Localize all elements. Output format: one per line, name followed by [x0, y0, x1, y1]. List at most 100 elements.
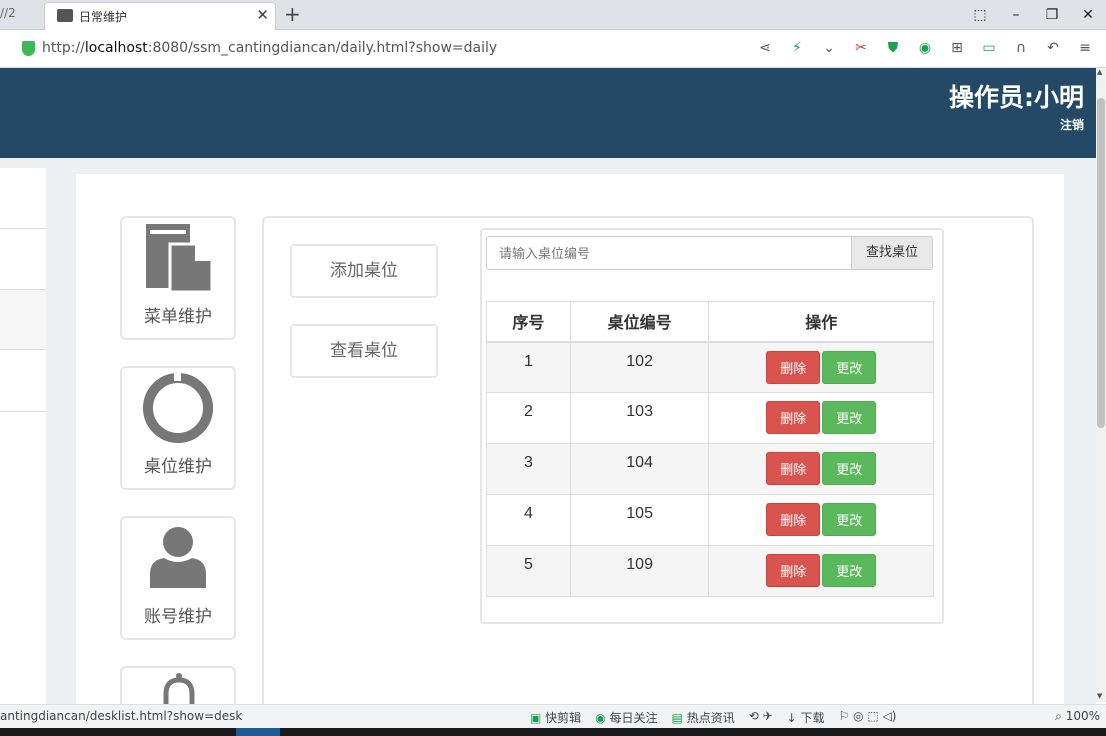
menu-icon[interactable]: ≡	[1076, 40, 1094, 56]
scrollbar-thumb[interactable]	[1097, 98, 1105, 428]
play-square-icon: ▣	[530, 711, 542, 725]
delete-button[interactable]: 删除	[766, 452, 821, 485]
row-desk-number: 104	[569, 443, 710, 495]
column-header-actions: 操作	[708, 301, 934, 343]
hot-news-button[interactable]: ▤ 热点资讯	[672, 709, 735, 726]
status-item-label: 热点资讯	[686, 711, 735, 725]
delete-button[interactable]: 删除	[766, 350, 821, 384]
table-row: 3 104 删除 更改	[486, 443, 934, 495]
row-index: 5	[486, 545, 571, 597]
browser-tab-bar: //2 日常维护 ✕ + ⬚ – ❐ ✕	[0, 0, 1106, 30]
row-actions: 删除 更改	[708, 545, 934, 597]
browser-toolbar: ⋖ ⚡ ⌄ ✂ ⛊ ◉ ⊞ ▭ ∩ ↶ ≡	[756, 40, 1094, 56]
table-row: 5 109 删除 更改	[486, 545, 934, 597]
table-row: 1 102 删除 更改	[486, 341, 934, 393]
tab-favicon-icon	[57, 9, 73, 22]
status-toolbar: ▣ 快剪辑 ◉ 每日关注 ▤ 热点资讯 ⟲ ✈ ↓ 下载 ⚐ ◎ ⬚ ◁)	[530, 709, 896, 726]
main-panel: 添加桌位 查看桌位 查找桌位 序号 桌位编号 操作	[262, 216, 1034, 716]
table-row: 2 103 删除 更改	[486, 392, 934, 444]
share-icon[interactable]: ⋖	[756, 40, 774, 56]
desk-table: 序号 桌位编号 操作 1 102 删除 更改 2 103 删除 更改 3 104…	[486, 301, 934, 597]
row-desk-number: 109	[569, 545, 710, 597]
sidebar-item-menu[interactable]: 菜单维护	[120, 216, 236, 340]
new-tab-icon[interactable]: +	[284, 2, 301, 26]
skin-button[interactable]: ⬚	[962, 0, 998, 30]
operator-name: 操作员:小明	[949, 83, 1084, 112]
table-row: 4 105 删除 更改	[486, 494, 934, 546]
desk-list-panel: 查找桌位 序号 桌位编号 操作 1 102 删	[480, 228, 944, 624]
tab-title: 日常维护	[79, 10, 128, 24]
row-desk-number: 102	[569, 341, 710, 393]
row-actions: 删除 更改	[708, 443, 934, 495]
shield-yen-icon[interactable]: ⛊	[884, 40, 902, 56]
edit-button[interactable]: 更改	[822, 401, 877, 434]
sidebar-item-label: 桌位维护	[144, 457, 212, 477]
user-icon	[150, 527, 206, 588]
battery-icon[interactable]: ▭	[980, 40, 998, 56]
minimize-button[interactable]: –	[998, 0, 1034, 30]
scroll-up-icon[interactable]: ▲	[1097, 68, 1102, 76]
row-actions: 删除 更改	[708, 494, 934, 546]
lightning-icon[interactable]: ⚡	[788, 40, 806, 56]
secure-shield-icon	[22, 41, 35, 56]
logout-link[interactable]: 注销	[1060, 116, 1084, 133]
content-area: 菜单维护 桌位维护 账号维护 添加桌位 查看桌位 请输入桌位编号 查找桌位 序号…	[76, 174, 1064, 726]
scissors-icon[interactable]: ✂	[852, 40, 870, 56]
active-tab[interactable]: 日常维护 ✕	[44, 2, 276, 30]
status-item-label: 下载	[800, 711, 825, 725]
page-scrollbar[interactable]: ▲ ▼	[1096, 68, 1106, 702]
add-desk-button[interactable]: 添加桌位	[290, 244, 438, 298]
edit-button[interactable]: 更改	[822, 554, 877, 587]
address-bar: http://localhost:8080/ssm_cantingdiancan…	[0, 31, 1106, 68]
tab-close-icon[interactable]: ✕	[256, 6, 269, 24]
quick-clip-button[interactable]: ▣ 快剪辑	[530, 709, 581, 726]
download-button[interactable]: ↓ 下载	[787, 709, 825, 726]
taskbar-active-app[interactable]	[236, 728, 280, 736]
url-field[interactable]: http://localhost:8080/ssm_cantingdiancan…	[42, 40, 497, 56]
apps-grid-icon[interactable]: ⊞	[948, 40, 966, 56]
zoom-value: 100%	[1065, 709, 1100, 723]
zoom-level[interactable]: ⌕ 100%	[1055, 709, 1100, 724]
chat-icon[interactable]: ◉	[916, 40, 934, 56]
left-frame-band	[0, 289, 46, 349]
daily-follow-button[interactable]: ◉ 每日关注	[595, 709, 657, 726]
desk-number-search-input[interactable]	[486, 236, 852, 270]
status-item-label: 每日关注	[609, 711, 658, 725]
sidebar-item-label: 账号维护	[144, 607, 212, 627]
edit-button[interactable]: 更改	[822, 452, 877, 485]
divider	[0, 349, 46, 350]
undo-icon[interactable]: ↶	[1044, 40, 1062, 56]
headphones-icon[interactable]: ∩	[1012, 40, 1030, 56]
row-index: 4	[486, 494, 571, 546]
status-extra-icons: ⚐ ◎ ⬚ ◁)	[838, 709, 897, 723]
column-header-index: 序号	[486, 301, 571, 343]
scroll-down-icon[interactable]: ▼	[1097, 692, 1102, 700]
sidebar-item-label: 菜单维护	[144, 307, 212, 327]
url-path: :8080/ssm_cantingdiancan/daily.html?show…	[147, 40, 498, 56]
close-window-button[interactable]: ✕	[1070, 0, 1106, 30]
delete-button[interactable]: 删除	[766, 503, 821, 536]
status-item-label: 快剪辑	[545, 711, 582, 725]
row-desk-number: 105	[569, 494, 710, 546]
play-circle-icon: ◉	[595, 711, 606, 725]
divider	[0, 289, 46, 290]
previous-tab[interactable]: //2	[0, 6, 16, 20]
chevron-down-icon[interactable]: ⌄	[820, 40, 838, 56]
browser-status-bar: antingdiancan/desklist.html?show=desk ▣ …	[0, 704, 1106, 728]
os-taskbar	[0, 728, 1106, 736]
edit-button[interactable]: 更改	[822, 503, 877, 536]
row-actions: 删除 更改	[708, 392, 934, 444]
ring-icon	[143, 372, 213, 443]
sidebar-item-desk[interactable]: 桌位维护	[120, 366, 236, 490]
row-index: 3	[486, 443, 571, 495]
divider	[0, 228, 46, 229]
delete-button[interactable]: 删除	[766, 554, 821, 587]
left-frame	[0, 168, 46, 704]
restore-button[interactable]: ❐	[1034, 0, 1070, 30]
sidebar-item-account[interactable]: 账号维护	[120, 516, 236, 640]
edit-button[interactable]: 更改	[822, 350, 877, 384]
delete-button[interactable]: 删除	[766, 401, 821, 434]
find-desk-button[interactable]: 查找桌位	[851, 236, 933, 270]
view-desk-button[interactable]: 查看桌位	[290, 324, 438, 378]
url-host: localhost	[84, 40, 148, 56]
